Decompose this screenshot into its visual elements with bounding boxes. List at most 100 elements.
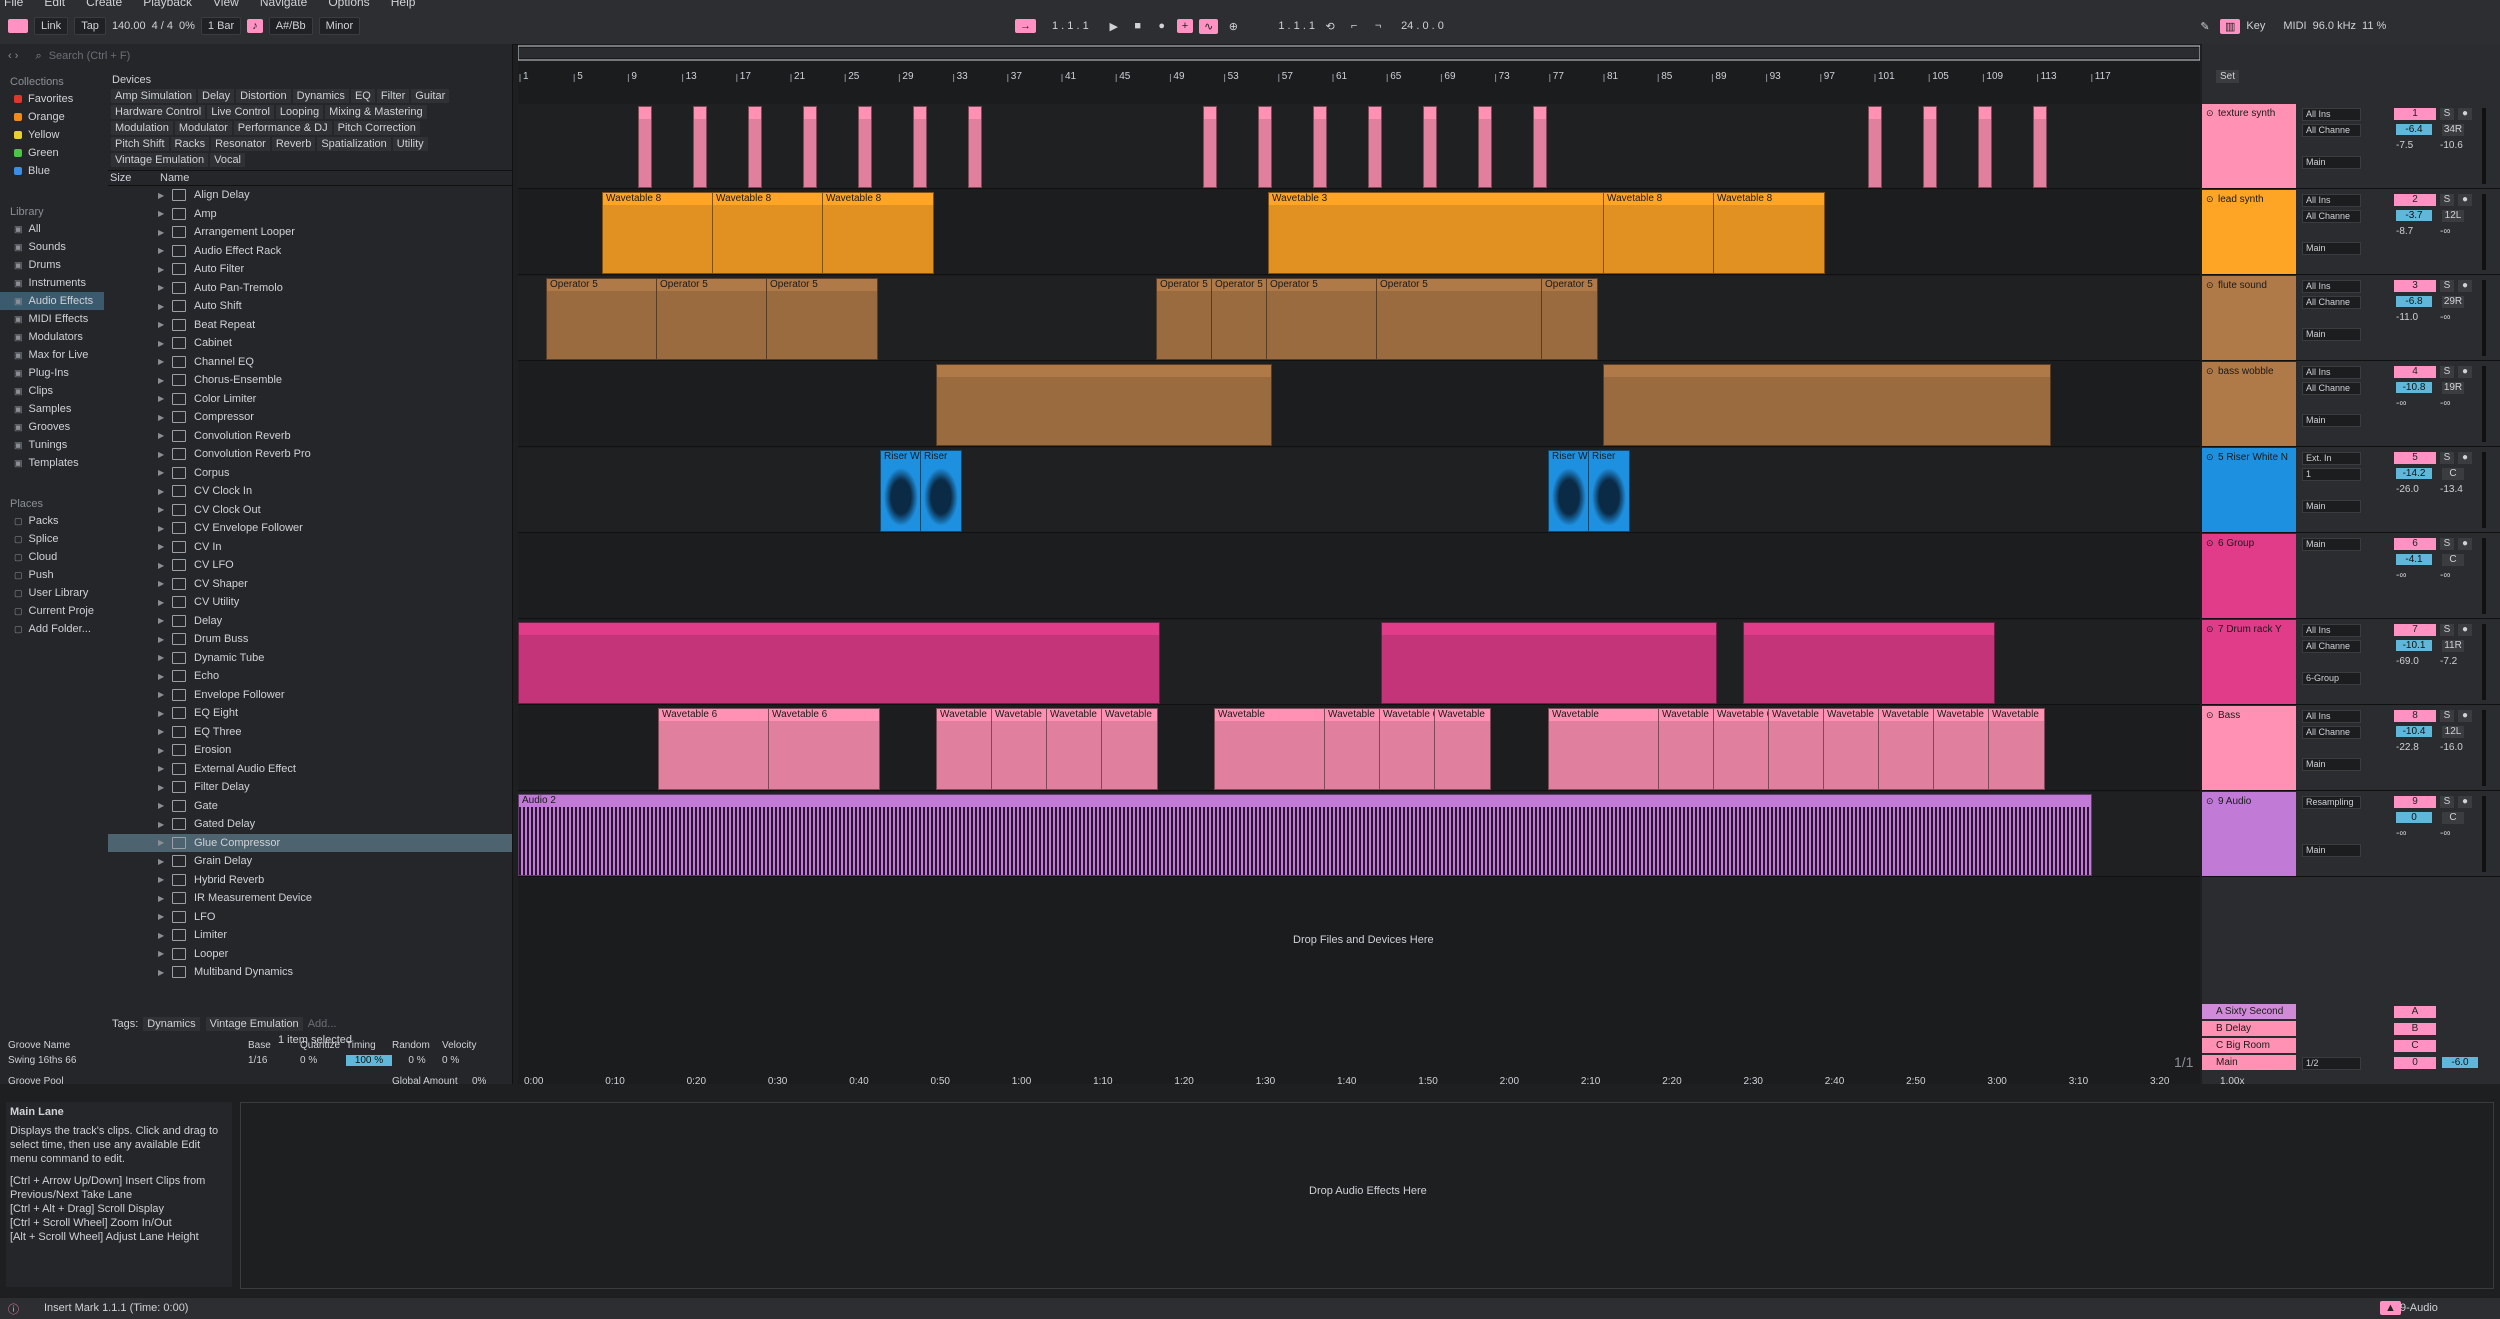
output-select[interactable]: Main (2302, 844, 2361, 857)
clip[interactable] (1868, 106, 1882, 188)
expand-arrow-icon[interactable]: ▶ (158, 912, 168, 921)
send-b-value[interactable]: -∞ (2440, 570, 2450, 581)
tag-chip[interactable]: Pitch Correction (333, 121, 420, 135)
groove-row-quantize[interactable]: 0 % (300, 1055, 346, 1066)
groove-row-base[interactable]: 1/16 (248, 1055, 300, 1066)
pan-field[interactable]: 34R (2442, 124, 2464, 136)
expand-arrow-icon[interactable]: ▶ (158, 320, 168, 329)
volume-field[interactable]: -14.2 (2396, 468, 2432, 479)
fold-icon[interactable]: ⊙ (2206, 710, 2214, 721)
output-select[interactable]: Main (2302, 328, 2361, 341)
pan-field[interactable]: C (2442, 554, 2464, 566)
clip[interactable] (858, 106, 872, 188)
arm-icon[interactable]: ● (2458, 452, 2472, 464)
automation-arm-icon[interactable]: ∿ (1199, 18, 1219, 34)
tag-chip[interactable]: Utility (392, 137, 428, 151)
solo-button[interactable]: S (2440, 710, 2454, 722)
track-name[interactable]: bass wobble ⊙ (2202, 362, 2296, 446)
input-type-select[interactable]: Resampling (2302, 796, 2361, 809)
track-lane[interactable] (518, 620, 2200, 705)
clip[interactable]: Wavetable (1933, 708, 1990, 790)
expand-arrow-icon[interactable]: ▶ (158, 376, 168, 385)
clip[interactable]: Wavetable (1434, 708, 1491, 790)
tag-chip[interactable]: Guitar (411, 89, 450, 103)
groove-row-timing[interactable]: 100 % (346, 1055, 392, 1066)
clip[interactable]: Wavetable 3 (1268, 192, 1604, 274)
device-list-item[interactable]: ▶ Amp (108, 205, 512, 224)
library-item[interactable]: ▣ Drums (0, 256, 104, 274)
track-name[interactable]: 9 Audio ⊙ (2202, 792, 2296, 876)
device-list-item[interactable]: ▶ Echo (108, 667, 512, 686)
fold-icon[interactable]: ⊙ (2206, 366, 2214, 377)
expand-arrow-icon[interactable]: ▶ (158, 228, 168, 237)
output-select[interactable]: Main (2302, 156, 2361, 169)
library-item[interactable]: ▣ Tunings (0, 436, 104, 454)
loop-icon[interactable]: ⟲ (1321, 18, 1339, 34)
device-list-item[interactable]: ▶ Channel EQ (108, 353, 512, 372)
tempo-field[interactable]: 140.00 (112, 20, 146, 32)
device-list-item[interactable]: ▶ Arrangement Looper (108, 223, 512, 242)
expand-arrow-icon[interactable]: ▶ (158, 783, 168, 792)
expand-arrow-icon[interactable]: ▶ (158, 672, 168, 681)
output-select[interactable]: Main (2302, 758, 2361, 771)
clip[interactable]: Wavetable 8 (1713, 192, 1825, 274)
keys-icon[interactable]: ▥ (2220, 18, 2241, 34)
place-item[interactable]: ▢ Splice (0, 530, 104, 548)
solo-button[interactable]: S (2440, 366, 2454, 378)
send-a-value[interactable]: -∞ (2396, 828, 2406, 839)
clip[interactable] (1478, 106, 1492, 188)
send-a-value[interactable]: -11.0 (2396, 312, 2418, 323)
expand-arrow-icon[interactable]: ▶ (158, 653, 168, 662)
clip[interactable]: Operator 5 (1266, 278, 1378, 360)
tag-chip[interactable]: Dynamics (292, 89, 349, 103)
clip[interactable]: Operator 5 (656, 278, 768, 360)
tag-dynamics[interactable]: Dynamics (143, 1017, 200, 1031)
device-list-item[interactable]: ▶ Limiter (108, 926, 512, 945)
library-item[interactable]: ▣ Clips (0, 382, 104, 400)
clip[interactable]: Wavetable 6 (1379, 708, 1436, 790)
punch-out-icon[interactable]: ¬ (1369, 18, 1387, 34)
device-list-item[interactable]: ▶ Color Limiter (108, 390, 512, 409)
expand-arrow-icon[interactable]: ▶ (158, 579, 168, 588)
track-name[interactable]: texture synth ⊙ (2202, 104, 2296, 188)
clip[interactable]: Wavetable (991, 708, 1048, 790)
collection-yellow[interactable]: Yellow (0, 126, 104, 144)
track-lane[interactable]: Wavetable 8 Wavetable 8 Wavetable 8 Wavetab… (518, 190, 2200, 275)
device-list-item[interactable]: ▶ Envelope Follower (108, 686, 512, 705)
volume-field[interactable]: 0 (2396, 812, 2432, 823)
track-activator[interactable]: 6 (2394, 538, 2436, 550)
track-lane[interactable]: Riser WhiteRiserRiser WhiteRiser (518, 448, 2200, 533)
input-channel-select[interactable]: 1 (2302, 468, 2361, 481)
clip[interactable] (913, 106, 927, 188)
tag-chip[interactable]: Looping (275, 105, 324, 119)
set-button[interactable]: Set (2216, 70, 2240, 83)
device-list-item[interactable]: ▶ Corpus (108, 464, 512, 483)
volume-field[interactable]: -4.1 (2396, 554, 2432, 565)
arm-icon[interactable]: ● (2458, 538, 2472, 550)
clip[interactable]: Wavetable (1988, 708, 2045, 790)
track-name[interactable]: 5 Riser White N ⊙ (2202, 448, 2296, 532)
status-track[interactable]: 9-Audio (2400, 1302, 2438, 1314)
clip[interactable] (1923, 106, 1937, 188)
send-b-value[interactable]: -16.0 (2440, 742, 2463, 753)
menu-view[interactable]: View (213, 0, 239, 9)
expand-arrow-icon[interactable]: ▶ (158, 431, 168, 440)
tag-chip[interactable]: Pitch Shift (111, 137, 169, 151)
place-item[interactable]: ▢ Packs (0, 512, 104, 530)
device-list-item[interactable]: ▶ Gated Delay (108, 815, 512, 834)
pan-field[interactable]: 12L (2442, 726, 2464, 738)
key-menu[interactable]: A#/Bb (268, 17, 313, 35)
place-item[interactable]: ▢ Add Folder... (0, 620, 104, 638)
collection-blue[interactable]: Blue (0, 162, 104, 180)
expand-arrow-icon[interactable]: ▶ (158, 857, 168, 866)
solo-button[interactable]: S (2440, 452, 2454, 464)
track-lane[interactable]: Audio 2 (518, 792, 2200, 877)
device-list-item[interactable]: ▶ Convolution Reverb Pro (108, 445, 512, 464)
expand-arrow-icon[interactable]: ▶ (158, 302, 168, 311)
device-list-item[interactable]: ▶ CV LFO (108, 556, 512, 575)
tag-chip[interactable]: Reverb (271, 137, 316, 151)
pan-field[interactable]: C (2442, 468, 2464, 480)
scale-mode-icon[interactable]: ♪ (247, 19, 263, 33)
expand-arrow-icon[interactable]: ▶ (158, 801, 168, 810)
follow-icon[interactable]: → (1015, 19, 1036, 33)
